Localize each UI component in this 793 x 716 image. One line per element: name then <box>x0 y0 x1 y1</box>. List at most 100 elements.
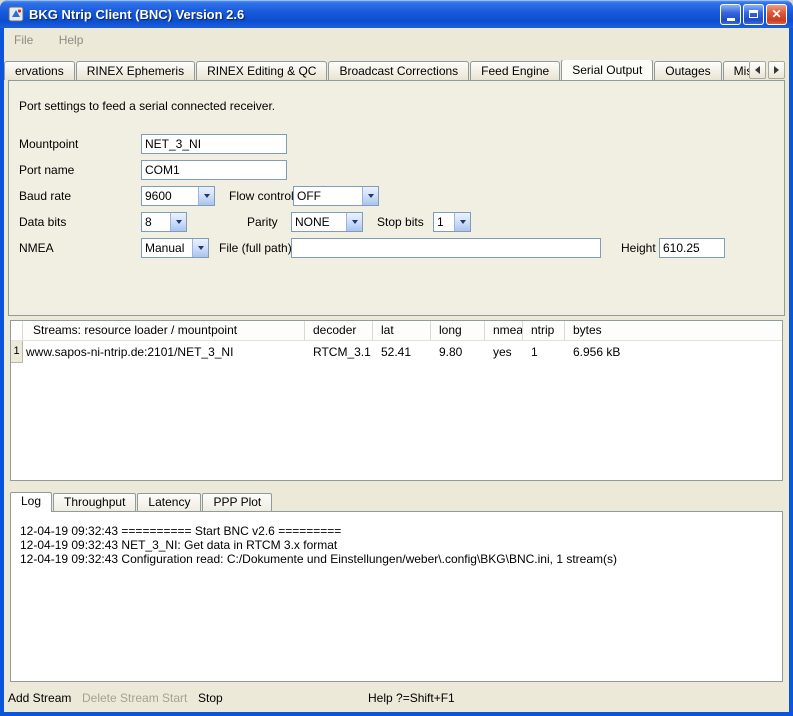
data-bits-select[interactable]: 8 <box>141 212 187 232</box>
stop-button[interactable]: Stop <box>198 691 223 705</box>
height-label: Height <box>621 238 656 258</box>
serial-output-panel: Port settings to feed a serial connected… <box>8 80 785 316</box>
flow-control-select[interactable]: OFF <box>293 186 379 206</box>
window-title: BKG Ntrip Client (BNC) Version 2.6 <box>29 7 720 22</box>
baud-rate-select[interactable]: 9600 <box>141 186 215 206</box>
parity-label: Parity <box>247 212 278 232</box>
nmea-dropdown-button[interactable] <box>192 239 208 257</box>
mountpoint-input[interactable] <box>141 134 287 154</box>
bottom-tab-bar: Log Throughput Latency PPP Plot <box>10 492 273 511</box>
action-bar: Add Stream Delete Stream Start Stop Help… <box>4 688 789 712</box>
tab-ppp-plot[interactable]: PPP Plot <box>202 493 272 511</box>
baud-rate-value: 9600 <box>142 187 198 205</box>
stop-bits-select[interactable]: 1 <box>433 212 471 232</box>
stream-long: 9.80 <box>431 341 485 363</box>
close-icon: ✕ <box>771 8 781 20</box>
flow-control-dropdown-button[interactable] <box>362 187 378 205</box>
log-line: 12-04-19 09:32:43 Configuration read: C:… <box>20 552 774 566</box>
nmea-select[interactable]: Manual <box>141 238 209 258</box>
baud-rate-label: Baud rate <box>19 186 71 206</box>
stop-bits-dropdown-button[interactable] <box>454 213 470 231</box>
titlebar[interactable]: BKG Ntrip Client (BNC) Version 2.6 ✕ <box>0 0 793 28</box>
tab-broadcast-corrections[interactable]: Broadcast Corrections <box>328 61 469 80</box>
tab-throughput[interactable]: Throughput <box>53 493 136 511</box>
stream-bytes: 6.956 kB <box>565 341 782 363</box>
tab-observations[interactable]: ervations <box>4 61 75 80</box>
long-header[interactable]: long <box>431 321 485 340</box>
parity-dropdown-button[interactable] <box>346 213 362 231</box>
panel-description: Port settings to feed a serial connected… <box>19 99 275 113</box>
stop-bits-value: 1 <box>434 213 454 231</box>
tab-feed-engine[interactable]: Feed Engine <box>470 61 560 80</box>
stop-bits-label: Stop bits <box>377 212 424 232</box>
height-input[interactable] <box>659 238 725 258</box>
mountpoint-header[interactable]: Streams: resource loader / mountpoint <box>23 321 305 340</box>
stream-ntrip: 1 <box>523 341 565 363</box>
row-number: 1 <box>11 341 23 363</box>
tab-rinex-editing-qc[interactable]: RINEX Editing & QC <box>196 61 327 80</box>
log-panel[interactable]: 12-04-19 09:32:43 ========== Start BNC v… <box>10 511 783 682</box>
help-button[interactable]: Help ?=Shift+F1 <box>368 691 455 705</box>
window-body: File Help ervations RINEX Ephemeris RINE… <box>4 28 789 712</box>
ntrip-header[interactable]: ntrip <box>523 321 565 340</box>
stream-decoder: RTCM_3.1 <box>305 341 373 363</box>
menu-file[interactable]: File <box>8 32 39 48</box>
tab-miscellaneous[interactable]: Miscellaneous <box>723 61 749 80</box>
menu-help[interactable]: Help <box>53 32 90 48</box>
chevron-down-icon <box>176 220 182 224</box>
start-button[interactable]: Start <box>162 691 187 705</box>
tab-outages[interactable]: Outages <box>654 61 721 80</box>
nmea-value: Manual <box>142 239 192 257</box>
tab-scroll-buttons <box>749 61 785 79</box>
nmea-header[interactable]: nmea <box>485 321 523 340</box>
baud-rate-dropdown-button[interactable] <box>198 187 214 205</box>
lat-header[interactable]: lat <box>373 321 431 340</box>
tab-scroll-right-button[interactable] <box>768 61 785 79</box>
stream-nmea: yes <box>485 341 523 363</box>
data-bits-row: Data bits 8 Parity NONE Stop bits 1 <box>9 212 784 232</box>
bytes-header[interactable]: bytes <box>565 321 782 340</box>
file-path-input[interactable] <box>291 238 601 258</box>
data-bits-value: 8 <box>142 213 170 231</box>
stream-row[interactable]: 1 www.sapos-ni-ntrip.de:2101/NET_3_NI RT… <box>11 341 782 363</box>
minimize-icon <box>727 18 735 21</box>
nmea-row: NMEA Manual File (full path) Height <box>9 238 784 258</box>
baud-flow-row: Baud rate 9600 Flow control OFF <box>9 186 784 206</box>
flow-control-value: OFF <box>294 187 362 205</box>
add-stream-button[interactable]: Add Stream <box>8 691 71 705</box>
minimize-button[interactable] <box>720 4 741 25</box>
data-bits-label: Data bits <box>19 212 66 232</box>
parity-value: NONE <box>292 213 346 231</box>
tab-log[interactable]: Log <box>10 492 52 512</box>
data-bits-dropdown-button[interactable] <box>170 213 186 231</box>
chevron-down-icon <box>198 246 204 250</box>
maximize-button[interactable] <box>743 4 764 25</box>
log-line: 12-04-19 09:32:43 ========== Start BNC v… <box>20 524 774 538</box>
menubar: File Help <box>4 28 789 52</box>
tab-latency[interactable]: Latency <box>137 493 201 511</box>
right-arrow-icon <box>774 66 779 74</box>
app-icon <box>8 6 24 22</box>
delete-stream-button[interactable]: Delete Stream <box>82 691 159 705</box>
close-button[interactable]: ✕ <box>766 4 787 25</box>
mountpoint-row: Mountpoint <box>9 134 784 154</box>
tab-rinex-ephemeris[interactable]: RINEX Ephemeris <box>76 61 195 80</box>
nmea-label: NMEA <box>19 238 54 258</box>
maximize-icon <box>749 10 758 18</box>
tab-serial-output[interactable]: Serial Output <box>561 60 653 80</box>
streams-header-row: Streams: resource loader / mountpoint de… <box>11 321 782 341</box>
flow-control-label: Flow control <box>229 186 294 206</box>
port-name-row: Port name <box>9 160 784 180</box>
left-arrow-icon <box>755 66 760 74</box>
chevron-down-icon <box>460 220 466 224</box>
port-name-input[interactable] <box>141 160 287 180</box>
tab-scroll-left-button[interactable] <box>749 61 766 79</box>
streams-table: Streams: resource loader / mountpoint de… <box>10 320 783 481</box>
mountpoint-label: Mountpoint <box>19 134 78 154</box>
row-number-header <box>11 321 23 340</box>
bnc-window: BKG Ntrip Client (BNC) Version 2.6 ✕ Fil… <box>0 0 793 716</box>
file-path-label: File (full path) <box>219 238 292 258</box>
window-controls: ✕ <box>720 4 787 25</box>
decoder-header[interactable]: decoder <box>305 321 373 340</box>
parity-select[interactable]: NONE <box>291 212 363 232</box>
